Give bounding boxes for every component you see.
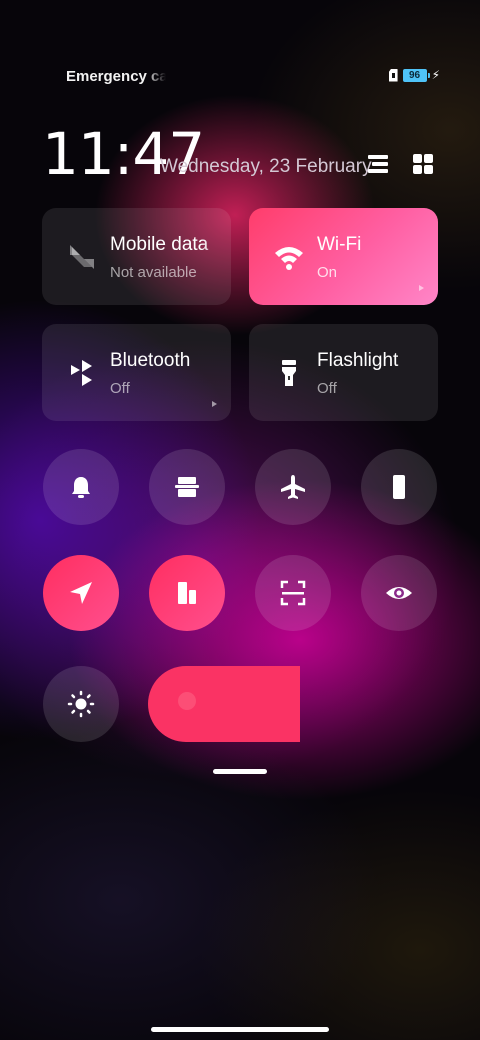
bell-icon xyxy=(72,477,90,498)
status-icons: 96 ⚡ xyxy=(388,68,440,82)
tile-expand-icon[interactable] xyxy=(419,285,424,291)
panel-drag-handle[interactable] xyxy=(213,769,267,774)
tile-mobile-data[interactable]: Mobile data Not available xyxy=(42,208,231,305)
tile-name: Bluetooth xyxy=(110,350,191,371)
tile-state: On xyxy=(317,264,338,281)
toggle-location[interactable] xyxy=(43,555,119,631)
screenshot-icon xyxy=(175,477,199,497)
edit-tiles-icon[interactable] xyxy=(411,152,435,176)
tile-state: Not available xyxy=(110,264,197,281)
tile-expand-icon[interactable] xyxy=(212,401,217,407)
home-indicator[interactable] xyxy=(151,1027,329,1032)
tile-state: Off xyxy=(317,380,337,397)
reading-mode-icon xyxy=(178,582,196,604)
bluetooth-icon xyxy=(71,360,92,386)
rotate-lock-icon xyxy=(393,475,405,499)
toggle-rotate-lock[interactable] xyxy=(361,449,437,525)
charging-icon: ⚡ xyxy=(431,68,440,82)
toggle-auto-brightness[interactable] xyxy=(43,666,119,742)
tile-bluetooth[interactable]: Bluetooth Off xyxy=(42,324,231,421)
battery-icon: 96 xyxy=(402,68,430,82)
location-icon xyxy=(70,582,92,604)
mobile-data-icon xyxy=(70,245,94,269)
eye-icon xyxy=(386,587,412,599)
toggle-silent[interactable] xyxy=(43,449,119,525)
status-bar: Emergency calls only 96 ⚡ xyxy=(0,62,480,90)
brightness-slider-icon xyxy=(178,692,196,710)
tile-name: Mobile data xyxy=(110,234,209,255)
brightness-icon xyxy=(67,690,95,718)
toggle-eye-protection[interactable] xyxy=(361,555,437,631)
flashlight-icon xyxy=(282,360,296,386)
battery-level: 96 xyxy=(409,69,421,81)
wifi-icon xyxy=(275,247,303,270)
toggle-scanner[interactable] xyxy=(255,555,331,631)
tile-name: Wi-Fi xyxy=(317,234,362,255)
scanner-icon xyxy=(280,580,306,606)
date[interactable]: Wednesday, 23 February xyxy=(160,156,372,178)
toggle-airplane[interactable] xyxy=(255,449,331,525)
toggle-reading-mode[interactable] xyxy=(149,555,225,631)
sim-icon xyxy=(388,68,398,82)
brightness-slider[interactable] xyxy=(148,666,300,742)
tile-flashlight[interactable]: Flashlight Off xyxy=(249,324,438,421)
toggle-screenshot[interactable] xyxy=(149,449,225,525)
list-icon[interactable] xyxy=(366,152,390,176)
airplane-icon xyxy=(281,475,305,499)
tile-name: Flashlight xyxy=(317,350,399,371)
tile-wifi[interactable]: Wi-Fi On xyxy=(249,208,438,305)
carrier-text: Emergency calls only xyxy=(66,68,166,85)
tile-state: Off xyxy=(110,380,130,397)
